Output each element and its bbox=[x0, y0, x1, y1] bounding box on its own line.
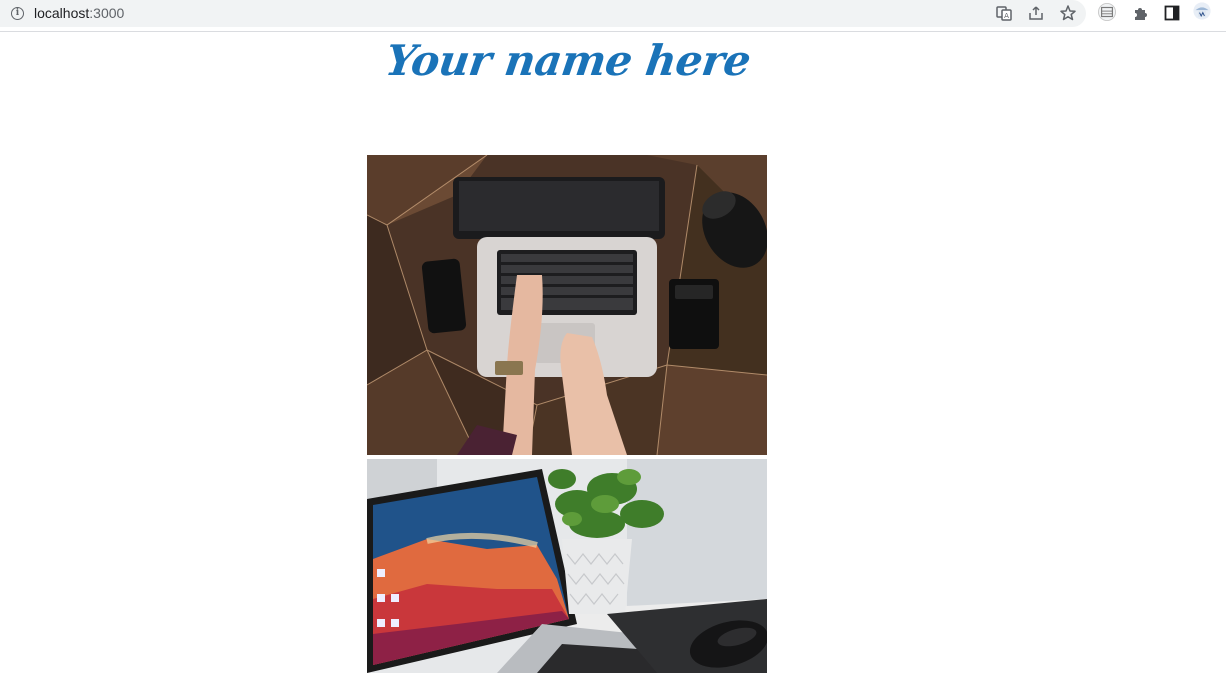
laptop-with-plant-photo bbox=[367, 459, 767, 673]
address-bar[interactable]: i localhost:3000 A bbox=[0, 0, 1086, 27]
translate-icon[interactable]: A bbox=[995, 4, 1013, 22]
svg-text:A: A bbox=[1004, 12, 1009, 20]
info-icon[interactable]: i bbox=[11, 7, 24, 20]
url-host: localhost bbox=[34, 5, 90, 21]
url-port: :3000 bbox=[89, 5, 125, 21]
page-title: Your name here bbox=[382, 36, 754, 85]
laptop-on-wooden-desk-photo bbox=[367, 155, 767, 455]
share-icon[interactable] bbox=[1027, 4, 1045, 22]
extensions-icon[interactable] bbox=[1131, 4, 1149, 22]
tab-search-icon[interactable] bbox=[1098, 3, 1118, 23]
url-text[interactable]: localhost:3000 bbox=[34, 5, 124, 21]
bookmark-star-icon[interactable] bbox=[1059, 4, 1077, 22]
profile-avatar[interactable] bbox=[1193, 2, 1215, 24]
browser-toolbar: i localhost:3000 A bbox=[0, 0, 1226, 32]
side-panel-icon[interactable] bbox=[1163, 4, 1181, 22]
